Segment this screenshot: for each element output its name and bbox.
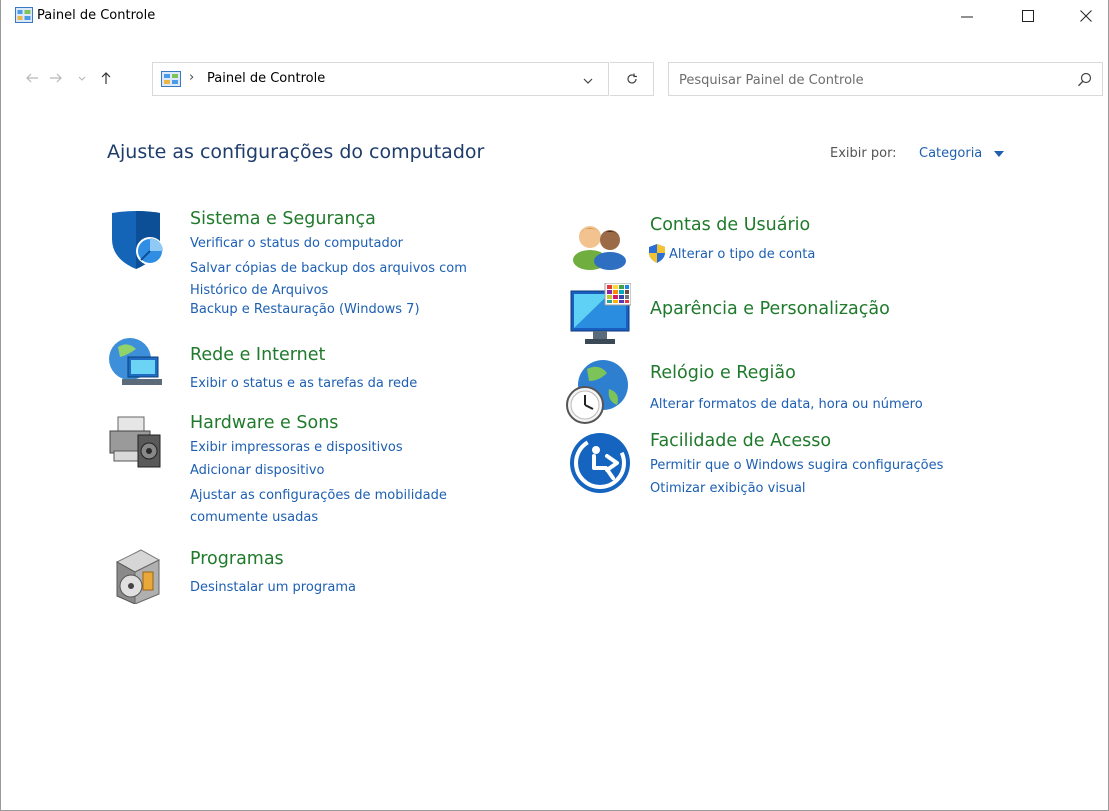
up-button[interactable]	[98, 70, 114, 86]
link-mobility-settings[interactable]: Ajustar as configurações de mobilidade c…	[190, 485, 490, 529]
link-backup-restore[interactable]: Backup e Restauração (Windows 7)	[190, 302, 420, 317]
recent-locations-button[interactable]	[74, 70, 90, 86]
category-hardware-sound[interactable]: Hardware e Sons	[190, 413, 338, 433]
category-programs[interactable]: Programas	[190, 549, 284, 569]
close-icon	[1080, 10, 1092, 22]
search-input[interactable]	[679, 70, 1059, 90]
clock-globe-icon[interactable]	[565, 359, 631, 425]
category-ease-of-access[interactable]: Facilidade de Acesso	[650, 431, 831, 451]
minimize-icon	[961, 16, 973, 18]
link-optimize-visual-display[interactable]: Otimizar exibição visual	[650, 481, 806, 496]
breadcrumb-control-panel[interactable]: Painel de Controle	[207, 71, 325, 86]
control-panel-icon	[161, 71, 181, 87]
link-change-account-type[interactable]: Alterar o tipo de conta	[669, 247, 815, 262]
back-button[interactable]	[24, 70, 40, 86]
address-bar[interactable]: › Painel de Controle	[152, 62, 609, 96]
category-network-internet[interactable]: Rede e Internet	[190, 345, 325, 365]
network-globe-icon[interactable]	[108, 337, 166, 391]
uac-shield-icon	[649, 244, 665, 263]
appearance-monitor-icon[interactable]	[569, 283, 631, 347]
user-accounts-icon[interactable]	[570, 220, 628, 270]
category-user-accounts[interactable]: Contas de Usuário	[650, 215, 810, 235]
printer-speaker-icon[interactable]	[108, 413, 162, 469]
link-uninstall-program[interactable]: Desinstalar um programa	[190, 580, 356, 595]
arrow-left-icon	[26, 73, 38, 83]
arrow-up-icon	[101, 72, 111, 84]
link-change-date-formats[interactable]: Alterar formatos de data, hora ou número	[650, 397, 923, 412]
dropdown-arrow-icon[interactable]	[994, 150, 1004, 158]
link-add-device[interactable]: Adicionar dispositivo	[190, 463, 325, 478]
link-view-printers[interactable]: Exibir impressoras e dispositivos	[190, 440, 403, 455]
category-appearance-personalization[interactable]: Aparência e Personalização	[650, 299, 890, 319]
title-bar: Painel de Controle	[1, 0, 1108, 32]
maximize-button[interactable]	[1005, 0, 1051, 32]
window-title: Painel de Controle	[37, 8, 156, 23]
arrow-right-icon	[50, 73, 62, 83]
link-network-status[interactable]: Exibir o status e as tarefas da rede	[190, 376, 417, 391]
category-system-security[interactable]: Sistema e Segurança	[190, 209, 376, 229]
ease-of-access-icon[interactable]	[569, 432, 631, 494]
chevron-down-icon[interactable]	[581, 74, 595, 88]
programs-icon[interactable]	[111, 546, 163, 604]
view-by-label: Exibir por:	[830, 146, 897, 161]
search-icon[interactable]	[1077, 72, 1093, 88]
view-by-dropdown[interactable]: Categoria	[919, 146, 982, 161]
minimize-button[interactable]	[944, 0, 990, 32]
link-check-computer-status[interactable]: Verificar o status do computador	[190, 236, 403, 251]
control-panel-window: Painel de Controle › Painel de Controle …	[0, 0, 1109, 811]
refresh-icon	[626, 73, 637, 84]
link-windows-suggest-settings[interactable]: Permitir que o Windows sugira configuraç…	[650, 458, 943, 473]
category-clock-region[interactable]: Relógio e Região	[650, 363, 796, 383]
page-heading: Ajuste as configurações do computador	[107, 141, 485, 163]
search-box[interactable]	[668, 62, 1103, 96]
breadcrumb-separator: ›	[189, 70, 195, 85]
close-button[interactable]	[1063, 0, 1109, 32]
control-panel-icon	[15, 7, 33, 23]
maximize-icon	[1022, 10, 1034, 22]
link-file-history-backup[interactable]: Salvar cópias de backup dos arquivos com…	[190, 258, 510, 302]
chevron-down-icon	[78, 76, 86, 81]
shield-icon[interactable]	[108, 209, 164, 271]
refresh-button[interactable]	[610, 62, 654, 96]
forward-button[interactable]	[48, 70, 64, 86]
